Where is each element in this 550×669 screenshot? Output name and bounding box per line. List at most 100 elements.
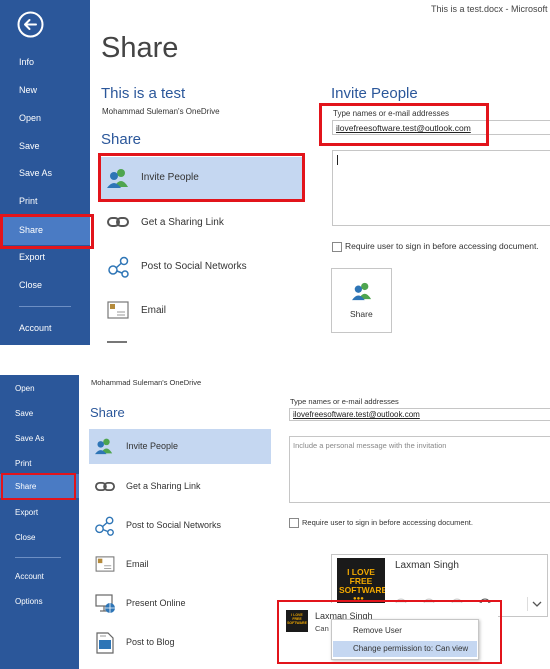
option-email[interactable]: Email	[100, 296, 302, 326]
option-sharing-link[interactable]: Get a Sharing Link	[100, 208, 302, 238]
require-signin-checkbox[interactable]	[332, 242, 342, 252]
nav-divider	[15, 557, 61, 558]
nav-save[interactable]: Save	[0, 136, 90, 156]
people-icon	[94, 437, 114, 460]
avatar: I LOVE FREE SOFTWARE	[286, 610, 308, 632]
nav-label: New	[19, 85, 38, 95]
partial-option-divider	[107, 341, 127, 343]
social-network-icon	[107, 255, 131, 284]
option-label: Get a Sharing Link	[141, 217, 224, 228]
option-sharing-link[interactable]: Get a Sharing Link	[89, 475, 271, 499]
link-icon	[107, 215, 129, 234]
names-label: Type names or e-mail addresses	[333, 109, 450, 118]
option-label: Email	[126, 559, 149, 569]
names-input[interactable]: ilovefreesoftware.test@outlook.com	[332, 120, 550, 135]
nav-label: Export	[19, 252, 46, 262]
option-label: Present Online	[126, 598, 186, 608]
nav-new[interactable]: New	[0, 80, 90, 100]
chevron-down-icon[interactable]	[527, 597, 546, 611]
option-label: Post to Social Networks	[141, 261, 247, 272]
share-section-heading: Share	[90, 405, 125, 420]
blog-post-icon	[95, 632, 115, 659]
nav-print[interactable]: Print	[0, 191, 90, 211]
option-label: Post to Blog	[126, 637, 175, 647]
document-location: Mohammad Suleman's OneDrive	[102, 107, 220, 116]
people-icon	[106, 167, 130, 194]
link-icon	[95, 480, 115, 498]
nav-export[interactable]: Export	[0, 502, 79, 522]
back-arrow-icon[interactable]	[17, 11, 44, 43]
envelope-icon	[107, 301, 129, 324]
nav-open[interactable]: Open	[0, 108, 90, 128]
nav-label: Open	[19, 113, 42, 123]
nav-label: Save As	[19, 168, 53, 178]
option-label: Get a Sharing Link	[126, 481, 201, 491]
contact-row-permission: Can	[315, 624, 329, 633]
share-section-heading: Share	[101, 131, 142, 148]
page-title: Share	[101, 32, 179, 64]
option-label: Invite People	[141, 172, 199, 183]
message-placeholder: Include a personal message with the invi…	[293, 441, 447, 450]
nav-share[interactable]: Share	[0, 474, 79, 498]
share-button-label: Share	[350, 309, 373, 319]
nav-save-as[interactable]: Save As	[0, 163, 90, 183]
nav-save-as[interactable]: Save As	[0, 428, 79, 448]
nav-share[interactable]: Share	[0, 215, 90, 245]
require-signin-checkbox[interactable]	[289, 518, 299, 528]
nav-label: Open	[15, 384, 35, 393]
require-signin-label: Require user to sign in before accessing…	[302, 518, 473, 527]
option-post-social[interactable]: Post to Social Networks	[89, 514, 271, 538]
nav-label: Export	[15, 508, 39, 517]
nav-account[interactable]: Account	[0, 566, 79, 586]
option-label: Email	[141, 305, 167, 316]
names-input[interactable]: ilovefreesoftware.test@outlook.com	[289, 408, 550, 421]
option-present-online[interactable]: Present Online	[89, 592, 271, 616]
option-post-social[interactable]: Post to Social Networks	[100, 252, 302, 282]
social-network-icon	[94, 515, 116, 542]
avatar-logo-text: I LOVE FREE SOFTWARE	[339, 567, 385, 595]
menu-item-label: Remove User	[353, 626, 402, 635]
option-invite-people[interactable]: Invite People	[89, 429, 271, 464]
nav-label: Save	[19, 141, 40, 151]
nav-export[interactable]: Export	[0, 247, 90, 267]
menu-item-remove-user[interactable]: Remove User	[333, 623, 477, 639]
nav-options[interactable]: Options	[0, 591, 79, 611]
menu-item-label: Change permission to: Can view	[353, 644, 469, 653]
bottom-screenshot: Open Save Save As Print Share Export Clo…	[0, 375, 550, 669]
option-post-to-blog[interactable]: Post to Blog	[89, 631, 271, 655]
nav-close[interactable]: Close	[0, 527, 79, 547]
menu-item-change-permission[interactable]: Change permission to: Can view	[333, 641, 477, 657]
nav-label: Print	[15, 459, 32, 468]
document-location: Mohammad Suleman's OneDrive	[91, 378, 202, 387]
nav-label: Print	[19, 196, 38, 206]
names-label: Type names or e-mail addresses	[290, 397, 399, 406]
invite-heading: Invite People	[331, 85, 418, 102]
option-label: Invite People	[126, 441, 179, 451]
avatar: I LOVE FREE SOFTWARE ●●●	[337, 558, 385, 606]
nav-info[interactable]: Info	[0, 52, 90, 72]
message-textarea[interactable]	[332, 150, 550, 226]
text-cursor	[337, 155, 338, 165]
present-online-icon	[94, 593, 116, 620]
nav-label: Options	[15, 597, 43, 606]
option-invite-people[interactable]: Invite People	[100, 157, 302, 199]
nav-label: Close	[19, 280, 43, 290]
nav-divider	[19, 306, 71, 307]
nav-close[interactable]: Close	[0, 275, 90, 295]
require-signin-label: Require user to sign in before accessing…	[345, 241, 539, 251]
option-email[interactable]: Email	[89, 553, 271, 577]
nav-label: Save	[15, 409, 34, 418]
avatar-logo-text: I LOVE FREE SOFTWARE	[287, 613, 307, 625]
nav-label: Account	[19, 323, 52, 333]
message-textarea[interactable]: Include a personal message with the invi…	[289, 436, 550, 503]
nav-label: Close	[15, 533, 36, 542]
nav-save[interactable]: Save	[0, 403, 79, 423]
nav-print[interactable]: Print	[0, 453, 79, 473]
document-title: This is a test	[101, 85, 186, 102]
backstage-sidebar: Info New Open Save Save As Print Share E…	[0, 0, 90, 345]
names-value: ilovefreesoftware.test@outlook.com	[336, 123, 471, 133]
people-icon	[351, 281, 373, 306]
share-button[interactable]: Share	[331, 268, 392, 333]
nav-account[interactable]: Account	[0, 318, 90, 338]
nav-open[interactable]: Open	[0, 378, 79, 398]
